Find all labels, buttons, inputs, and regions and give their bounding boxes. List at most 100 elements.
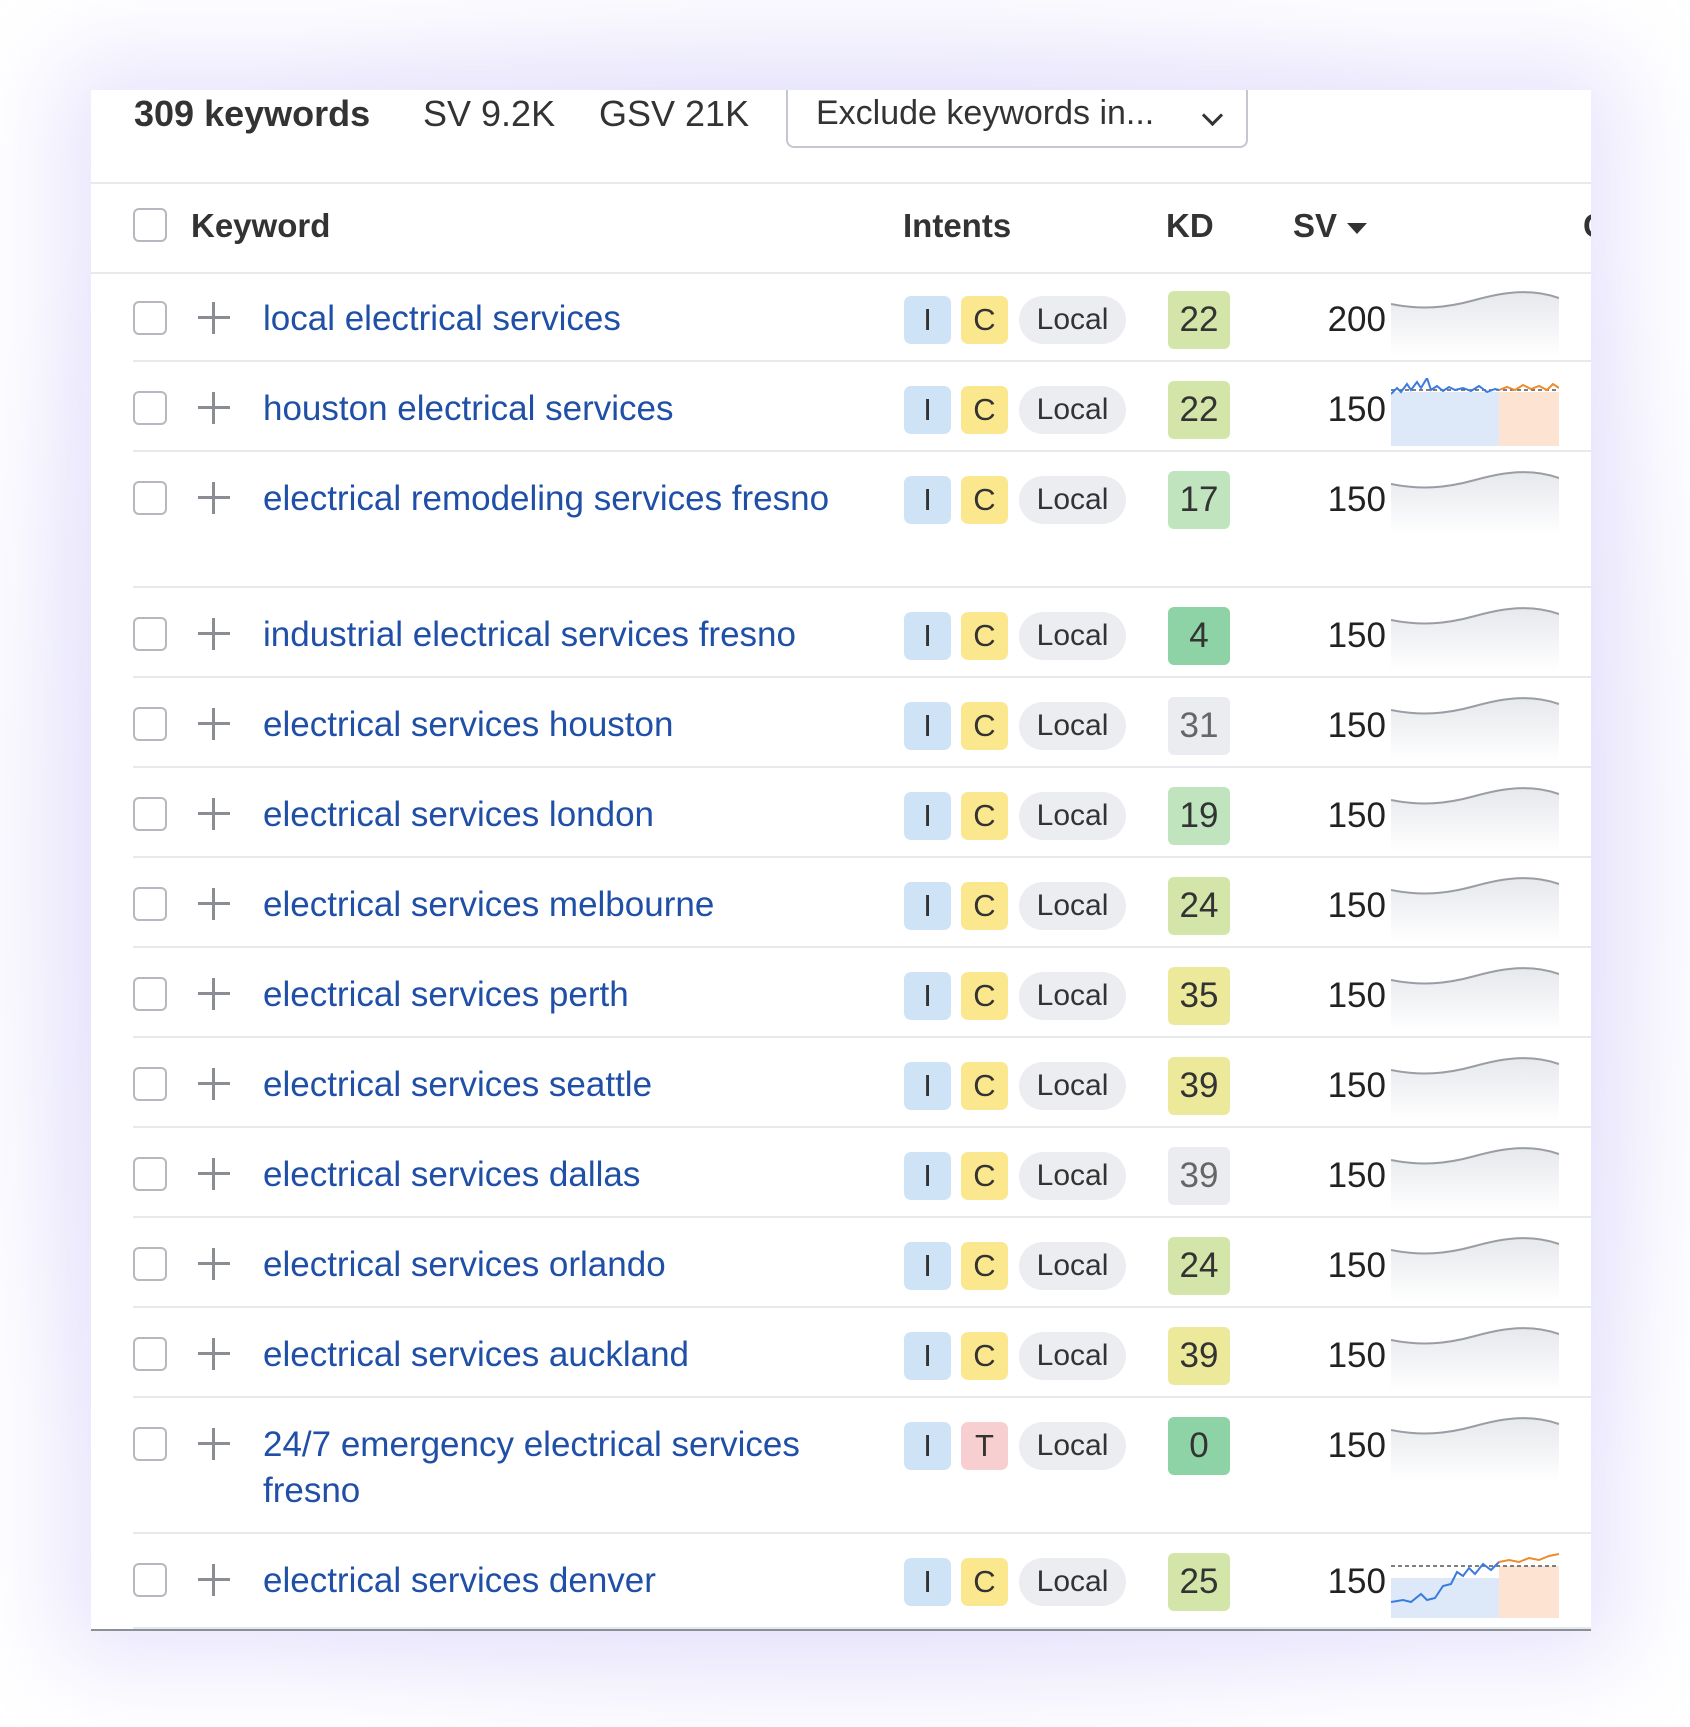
keyword-link[interactable]: electrical services dallas [263, 1152, 853, 1198]
local-badge: Local [1019, 386, 1126, 434]
trend-sparkline [1391, 967, 1559, 1032]
intent-badge-informational: I [904, 612, 951, 660]
table-row: 24/7 emergency electrical services fresn… [91, 1398, 1591, 1534]
column-header-kd[interactable]: KD [1166, 209, 1214, 242]
row-checkbox[interactable] [133, 707, 167, 741]
exclude-keywords-dropdown[interactable]: Exclude keywords in... [786, 90, 1248, 148]
kd-badge: 0 [1168, 1417, 1230, 1475]
intent-badge-informational: I [904, 386, 951, 434]
search-volume-value: 150 [1327, 616, 1386, 655]
keyword-link[interactable]: electrical services orlando [263, 1242, 853, 1288]
search-volume-value: 150 [1327, 1246, 1386, 1285]
row-checkbox[interactable] [133, 1563, 167, 1597]
kd-badge: 24 [1168, 1237, 1230, 1295]
local-badge: Local [1019, 972, 1126, 1020]
local-badge: Local [1019, 1152, 1126, 1200]
kd-badge: 17 [1168, 471, 1230, 529]
kd-badge: 4 [1168, 607, 1230, 665]
keyword-link[interactable]: electrical services london [263, 792, 853, 838]
table-row: electrical services denver I C Local 25 150 [91, 1534, 1591, 1629]
keyword-link[interactable]: houston electrical services [263, 386, 853, 432]
intent-badge-commercial: C [961, 1332, 1008, 1380]
keyword-link[interactable]: electrical services seattle [263, 1062, 853, 1108]
table-row: electrical services melbourne I C Local 24 15… [91, 858, 1591, 948]
row-divider [133, 1627, 1591, 1629]
row-checkbox[interactable] [133, 1247, 167, 1281]
row-checkbox[interactable] [133, 1337, 167, 1371]
kd-badge: 22 [1168, 291, 1230, 349]
table-row: electrical services orlando I C Local 24 150 [91, 1218, 1591, 1308]
keyword-link[interactable]: electrical services auckland [263, 1332, 853, 1378]
intent-badge-commercial: C [961, 1062, 1008, 1110]
trend-sparkline [1391, 1553, 1559, 1618]
summary-bar: 309 keywords SV 9.2K GSV 21K Exclude key… [91, 90, 1591, 184]
add-to-list-icon[interactable] [196, 1336, 232, 1372]
keyword-link[interactable]: local electrical services [263, 296, 853, 342]
row-checkbox[interactable] [133, 1157, 167, 1191]
add-to-list-icon[interactable] [196, 796, 232, 832]
add-to-list-icon[interactable] [196, 480, 232, 516]
keyword-link[interactable]: electrical remodeling services fresno [263, 476, 853, 522]
row-checkbox[interactable] [133, 617, 167, 651]
add-to-list-icon[interactable] [196, 300, 232, 336]
row-checkbox[interactable] [133, 887, 167, 921]
row-checkbox[interactable] [133, 481, 167, 515]
row-checkbox[interactable] [133, 301, 167, 335]
add-to-list-icon[interactable] [196, 1066, 232, 1102]
intent-badge-informational: I [904, 1422, 951, 1470]
intent-badge-informational: I [904, 1332, 951, 1380]
intent-badge-informational: I [904, 702, 951, 750]
row-checkbox[interactable] [133, 797, 167, 831]
intent-badge-commercial: C [961, 972, 1008, 1020]
exclude-keywords-label: Exclude keywords in... [816, 94, 1155, 132]
keyword-link[interactable]: industrial electrical services fresno [263, 612, 853, 658]
keyword-link[interactable]: 24/7 emergency electrical services fresn… [263, 1422, 853, 1514]
add-to-list-icon[interactable] [196, 706, 232, 742]
search-volume-total: SV 9.2K [423, 93, 556, 134]
kd-badge: 39 [1168, 1327, 1230, 1385]
column-header-intents[interactable]: Intents [903, 209, 1011, 242]
row-checkbox[interactable] [133, 1427, 167, 1461]
row-checkbox[interactable] [133, 977, 167, 1011]
local-badge: Local [1019, 1332, 1126, 1380]
add-to-list-icon[interactable] [196, 1562, 232, 1598]
column-header-sv[interactable]: SV [1293, 209, 1368, 242]
table-row: electrical services dallas I C Local 39 150 [91, 1128, 1591, 1218]
add-to-list-icon[interactable] [196, 976, 232, 1012]
search-volume-value: 150 [1327, 1156, 1386, 1195]
select-all-checkbox[interactable] [133, 208, 167, 242]
column-header-cutoff[interactable]: C [1583, 209, 1591, 242]
keyword-link[interactable]: electrical services melbourne [263, 882, 853, 928]
trend-sparkline [1391, 607, 1559, 672]
kd-badge: 31 [1168, 697, 1230, 755]
local-badge: Local [1019, 612, 1126, 660]
row-checkbox[interactable] [133, 1067, 167, 1101]
search-volume-value: 150 [1327, 796, 1386, 835]
table-row: electrical remodeling services fresno I C L… [91, 452, 1591, 588]
add-to-list-icon[interactable] [196, 1156, 232, 1192]
kd-badge: 25 [1168, 1553, 1230, 1611]
intent-badge-informational: I [904, 1558, 951, 1606]
trend-sparkline [1391, 787, 1559, 852]
trend-sparkline [1391, 1237, 1559, 1302]
column-header-keyword[interactable]: Keyword [191, 209, 330, 242]
intent-badge-commercial: C [961, 1558, 1008, 1606]
keyword-link[interactable]: electrical services houston [263, 702, 853, 748]
trend-sparkline [1391, 1327, 1559, 1392]
intent-badge-informational: I [904, 296, 951, 344]
add-to-list-icon[interactable] [196, 886, 232, 922]
local-badge: Local [1019, 1558, 1126, 1606]
add-to-list-icon[interactable] [196, 1426, 232, 1462]
local-badge: Local [1019, 1062, 1126, 1110]
keyword-link[interactable]: electrical services perth [263, 972, 853, 1018]
table-header: Keyword Intents KD SV C [91, 182, 1591, 274]
intent-badge-informational: I [904, 1242, 951, 1290]
intent-badge-commercial: C [961, 1242, 1008, 1290]
add-to-list-icon[interactable] [196, 1246, 232, 1282]
add-to-list-icon[interactable] [196, 616, 232, 652]
keyword-link[interactable]: electrical services denver [263, 1558, 853, 1604]
kd-badge: 39 [1168, 1057, 1230, 1115]
add-to-list-icon[interactable] [196, 390, 232, 426]
row-checkbox[interactable] [133, 391, 167, 425]
trend-sparkline [1391, 877, 1559, 942]
